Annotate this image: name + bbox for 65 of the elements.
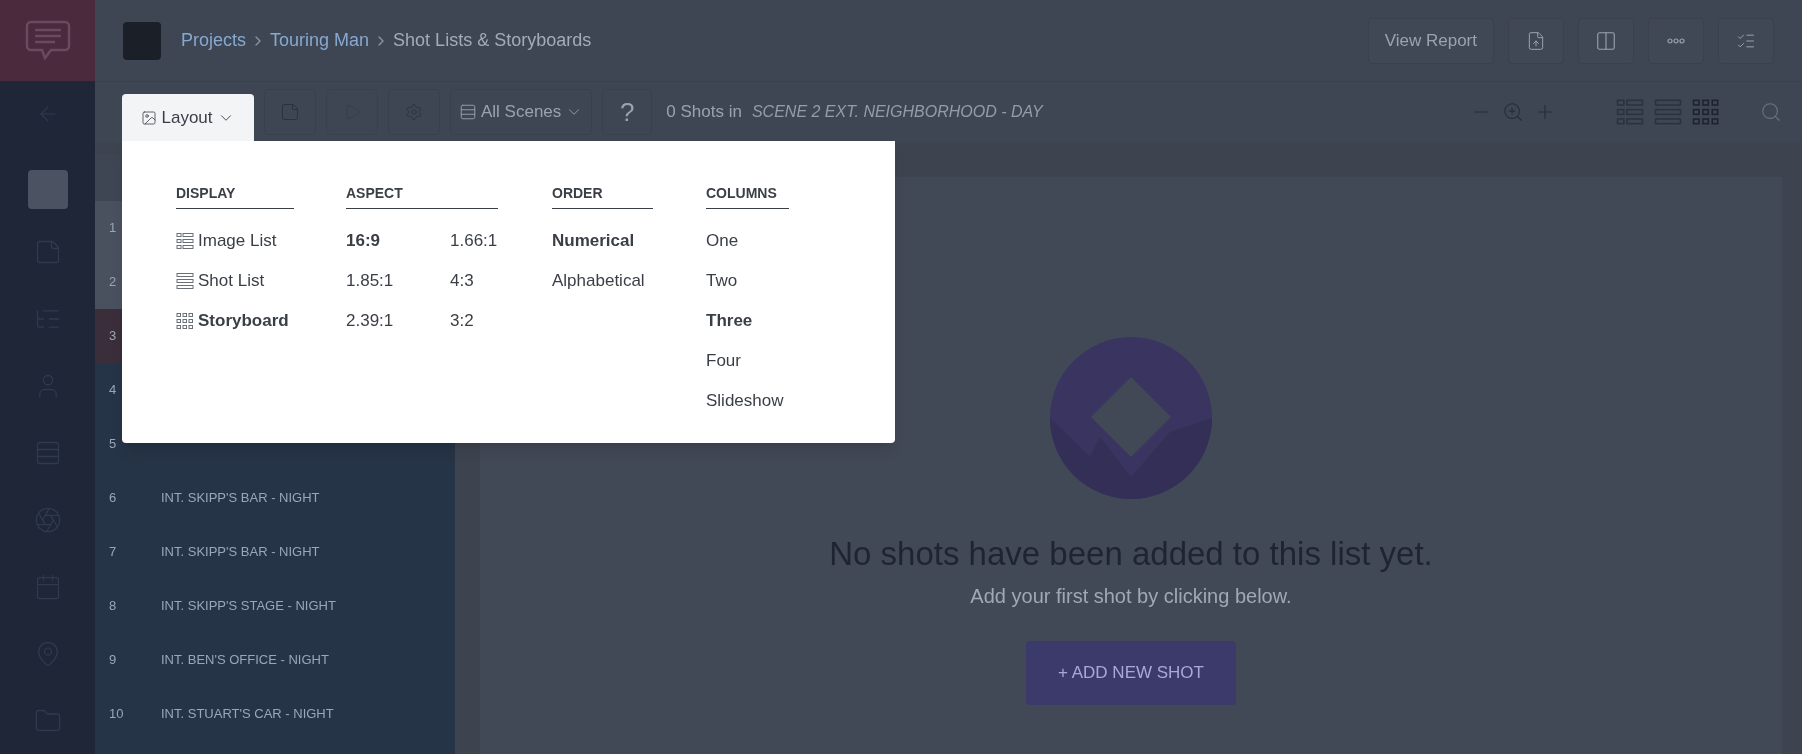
- search-icon[interactable]: [1760, 101, 1782, 123]
- menu-option[interactable]: Shot List: [176, 261, 346, 301]
- scene-title: INT. STUART'S CAR - NIGHT: [161, 705, 334, 724]
- scene-number: 8: [109, 597, 118, 616]
- view-report-button[interactable]: View Report: [1367, 17, 1494, 64]
- project-thumbnail[interactable]: [27, 169, 68, 209]
- menu-option[interactable]: Three: [706, 301, 789, 341]
- scene-title: INT. SKIPP'S BAR - NIGHT: [161, 543, 320, 562]
- breadcrumb-current: Shot Lists & Storyboards: [393, 29, 592, 52]
- chat-logo-icon: [24, 18, 71, 63]
- scene-number: 9: [109, 651, 118, 670]
- section-heading: ASPECT: [346, 183, 498, 209]
- scene-number: 10: [109, 705, 125, 724]
- scene-title: INT. SKIPP'S STAGE - NIGHT: [161, 597, 336, 616]
- shot-list-icon: [176, 272, 194, 290]
- menu-option[interactable]: 4:3: [450, 261, 510, 301]
- file-icon: [1526, 30, 1546, 51]
- list-icon: [459, 103, 477, 121]
- scene-filter-dropdown[interactable]: All Scenes: [450, 89, 593, 135]
- scene-number: 1: [109, 219, 118, 238]
- more-icon: [1667, 37, 1685, 44]
- project-logo: [123, 21, 161, 60]
- scene-number: 2: [109, 273, 118, 292]
- shot-count: 0 Shots in: [666, 101, 742, 124]
- scene-number: 6: [109, 489, 118, 508]
- panels-icon: [1595, 29, 1617, 52]
- menu-option[interactable]: Two: [706, 261, 789, 301]
- scene-title: INT. SKIPP'S BAR - NIGHT: [161, 489, 320, 508]
- menu-option[interactable]: Four: [706, 341, 789, 381]
- aperture-icon[interactable]: [33, 505, 62, 534]
- menu-option[interactable]: Slideshow: [706, 381, 789, 421]
- scene-title: INT. BEN'S OFFICE - NIGHT: [161, 651, 329, 670]
- add-shot-button[interactable]: + ADD NEW SHOT: [1026, 640, 1236, 705]
- more-button[interactable]: [1648, 17, 1704, 64]
- breadcrumb-link[interactable]: Projects: [181, 27, 247, 54]
- menu-option[interactable]: 1.66:1: [450, 221, 510, 261]
- menu-option[interactable]: 2.39:1: [346, 301, 450, 341]
- menu-option[interactable]: One: [706, 221, 789, 261]
- menu-option[interactable]: Image List: [176, 221, 346, 261]
- menu-option[interactable]: Numerical: [552, 221, 706, 261]
- menu-option[interactable]: 1.85:1: [346, 261, 450, 301]
- section-heading: DISPLAY: [176, 183, 294, 209]
- zoom-icon[interactable]: [1502, 101, 1524, 123]
- empty-subtitle: Add your first shot by clicking below.: [970, 583, 1292, 609]
- section-heading: COLUMNS: [706, 183, 789, 209]
- scene-number: 5: [109, 435, 118, 454]
- breadcrumb-link[interactable]: Touring Man: [270, 27, 370, 54]
- export-button[interactable]: [1508, 17, 1564, 64]
- frame-icon: [141, 110, 158, 126]
- scene-number: 7: [109, 543, 118, 562]
- scene-name: SCENE 2 EXT. NEIGHBORHOOD - DAY: [751, 102, 1043, 122]
- menu-option[interactable]: Storyboard: [176, 301, 346, 341]
- menu-option[interactable]: 16:9: [346, 221, 450, 261]
- scene-number: 3: [109, 327, 118, 346]
- image-list-icon: [176, 232, 194, 250]
- grid-icon: [176, 312, 194, 330]
- menu-option[interactable]: 3:2: [450, 301, 510, 341]
- scene-number: 4: [109, 381, 118, 400]
- menu-option[interactable]: Alphabetical: [552, 261, 706, 301]
- checklist-button[interactable]: [1718, 17, 1774, 64]
- panels-button[interactable]: [1578, 17, 1634, 64]
- help-button[interactable]: ?: [602, 89, 653, 135]
- layout-button[interactable]: Layout: [122, 94, 254, 142]
- section-heading: ORDER: [552, 183, 653, 209]
- diamond-logo-icon: [1050, 337, 1212, 499]
